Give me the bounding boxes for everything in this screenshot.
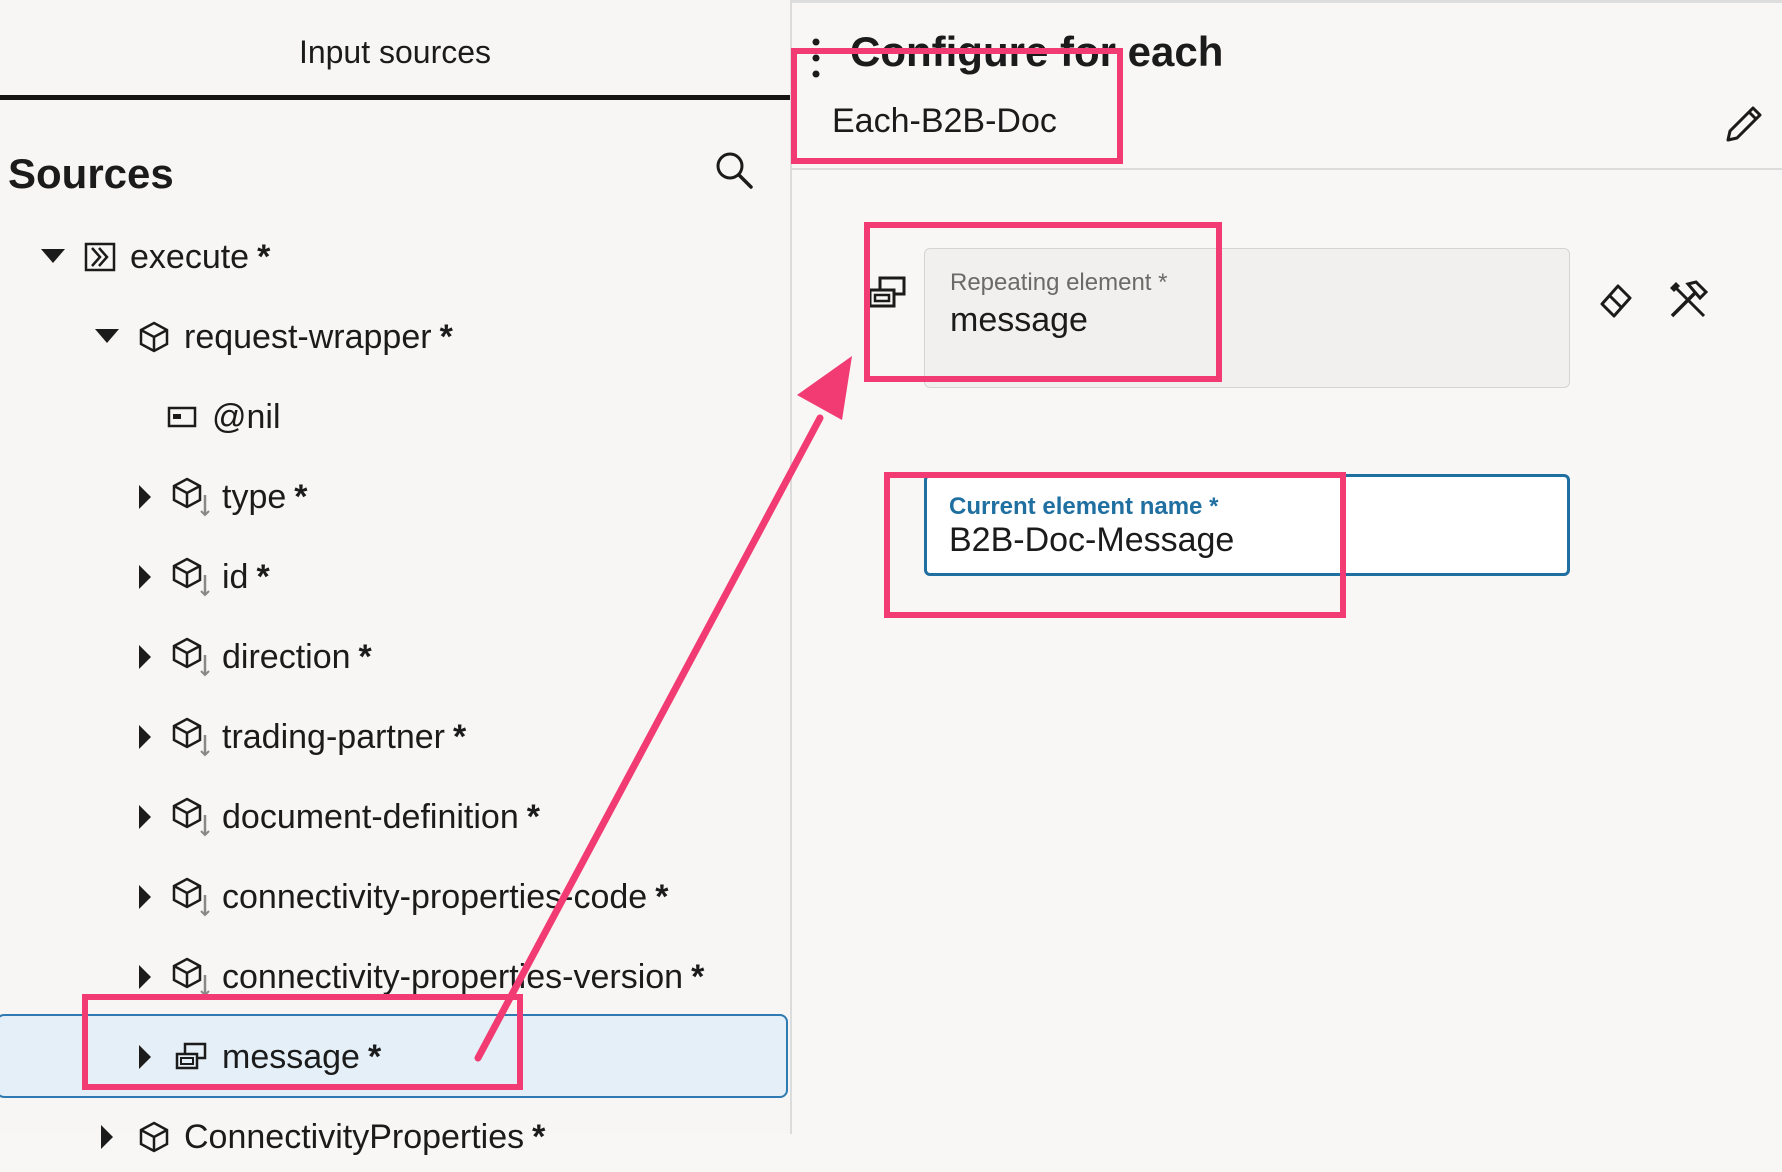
input-sources-panel: Input sources Sources execute * request-w… <box>0 0 792 1156</box>
tree-item-label: ConnectivityProperties <box>184 1117 525 1156</box>
required-marker: * <box>655 877 669 916</box>
caret-right-icon[interactable] <box>128 1040 162 1074</box>
tree-item-connectivityproperties[interactable]: ConnectivityProperties * <box>90 1102 545 1172</box>
operation-icon <box>80 237 120 277</box>
caret-right-icon[interactable] <box>128 960 162 994</box>
tree-item-type[interactable]: type * <box>128 462 308 532</box>
caret-right-icon[interactable] <box>128 880 162 914</box>
tools-icon[interactable] <box>1666 278 1710 322</box>
eraser-icon[interactable] <box>1596 280 1636 320</box>
tree-item-message[interactable]: message * <box>128 1022 381 1092</box>
selected-row-highlight <box>0 1014 788 1098</box>
required-marker: * <box>367 1037 382 1076</box>
tree-item-label: id <box>222 557 249 596</box>
search-icon[interactable] <box>714 150 754 190</box>
tree-item-document-definition[interactable]: document-definition * <box>128 782 540 852</box>
repeating-element-value: message <box>950 301 1088 339</box>
cube-icon <box>172 957 212 997</box>
tree-item-nil[interactable]: @nil <box>162 382 289 452</box>
cube-icon <box>134 1117 174 1157</box>
tree-item-label: document-definition <box>222 797 519 836</box>
caret-down-icon[interactable] <box>90 320 124 354</box>
current-element-name-label: Current element name * <box>949 493 1219 520</box>
sources-heading: Sources <box>8 150 174 197</box>
caret-right-icon[interactable] <box>128 800 162 834</box>
for-each-name: Each-B2B-Doc <box>832 102 1057 140</box>
repeat-icon <box>868 276 906 308</box>
cube-icon <box>134 317 174 357</box>
tree-item-execute[interactable]: execute * <box>36 222 270 292</box>
required-marker: * <box>526 797 540 836</box>
tree-item-label: trading-partner <box>222 717 446 756</box>
current-element-name-input[interactable] <box>949 521 1539 560</box>
attribute-icon <box>162 397 202 437</box>
tree-item-label: direction <box>222 637 351 676</box>
required-marker: * <box>294 477 308 516</box>
repeating-element-field[interactable]: Repeating element * message <box>924 248 1570 388</box>
required-marker: * <box>439 317 453 356</box>
caret-right-icon[interactable] <box>128 640 162 674</box>
cube-icon <box>172 797 212 837</box>
tree-item-connectivity-properties-version[interactable]: connectivity-properties-version * <box>128 942 704 1012</box>
current-element-name-field[interactable]: Current element name * <box>924 474 1570 576</box>
tree-item-trading-partner[interactable]: trading-partner * <box>128 702 466 772</box>
cube-icon <box>172 717 212 757</box>
tree-item-label: connectivity-properties-code <box>222 877 648 916</box>
tree-item-request-wrapper[interactable]: request-wrapper * <box>90 302 453 372</box>
tree-item-label: type <box>222 477 287 516</box>
caret-right-icon[interactable] <box>90 1120 124 1154</box>
tree-item-label: execute <box>130 237 250 276</box>
required-marker: * <box>257 237 271 276</box>
repeat-icon <box>172 1037 212 1077</box>
caret-right-icon[interactable] <box>128 720 162 754</box>
pencil-icon[interactable] <box>1720 100 1768 148</box>
tree-item-label: message <box>222 1037 360 1076</box>
page-title: Configure for each <box>850 28 1224 75</box>
cube-icon <box>172 637 212 677</box>
tree-item-connectivity-properties-code[interactable]: connectivity-properties-code * <box>128 862 668 932</box>
cube-icon <box>172 877 212 917</box>
tree-item-label: connectivity-properties-version <box>222 957 684 996</box>
tree-item-direction[interactable]: direction * <box>128 622 372 692</box>
required-marker: * <box>453 717 467 756</box>
required-marker: * <box>256 557 270 596</box>
tab-input-sources[interactable]: Input sources <box>0 18 790 100</box>
required-marker: * <box>532 1117 546 1156</box>
tree-item-id[interactable]: id * <box>128 542 270 612</box>
cube-icon <box>172 477 212 517</box>
tree-item-label: request-wrapper <box>184 317 432 356</box>
header-divider <box>792 168 1782 170</box>
kebab-icon[interactable] <box>808 36 824 80</box>
caret-right-icon[interactable] <box>128 480 162 514</box>
cube-icon <box>172 557 212 597</box>
tree-item-label: @nil <box>212 397 281 436</box>
caret-down-icon[interactable] <box>36 240 70 274</box>
caret-right-icon[interactable] <box>128 560 162 594</box>
required-marker: * <box>358 637 372 676</box>
repeating-element-label: Repeating element * <box>950 269 1168 296</box>
required-marker: * <box>691 957 705 996</box>
